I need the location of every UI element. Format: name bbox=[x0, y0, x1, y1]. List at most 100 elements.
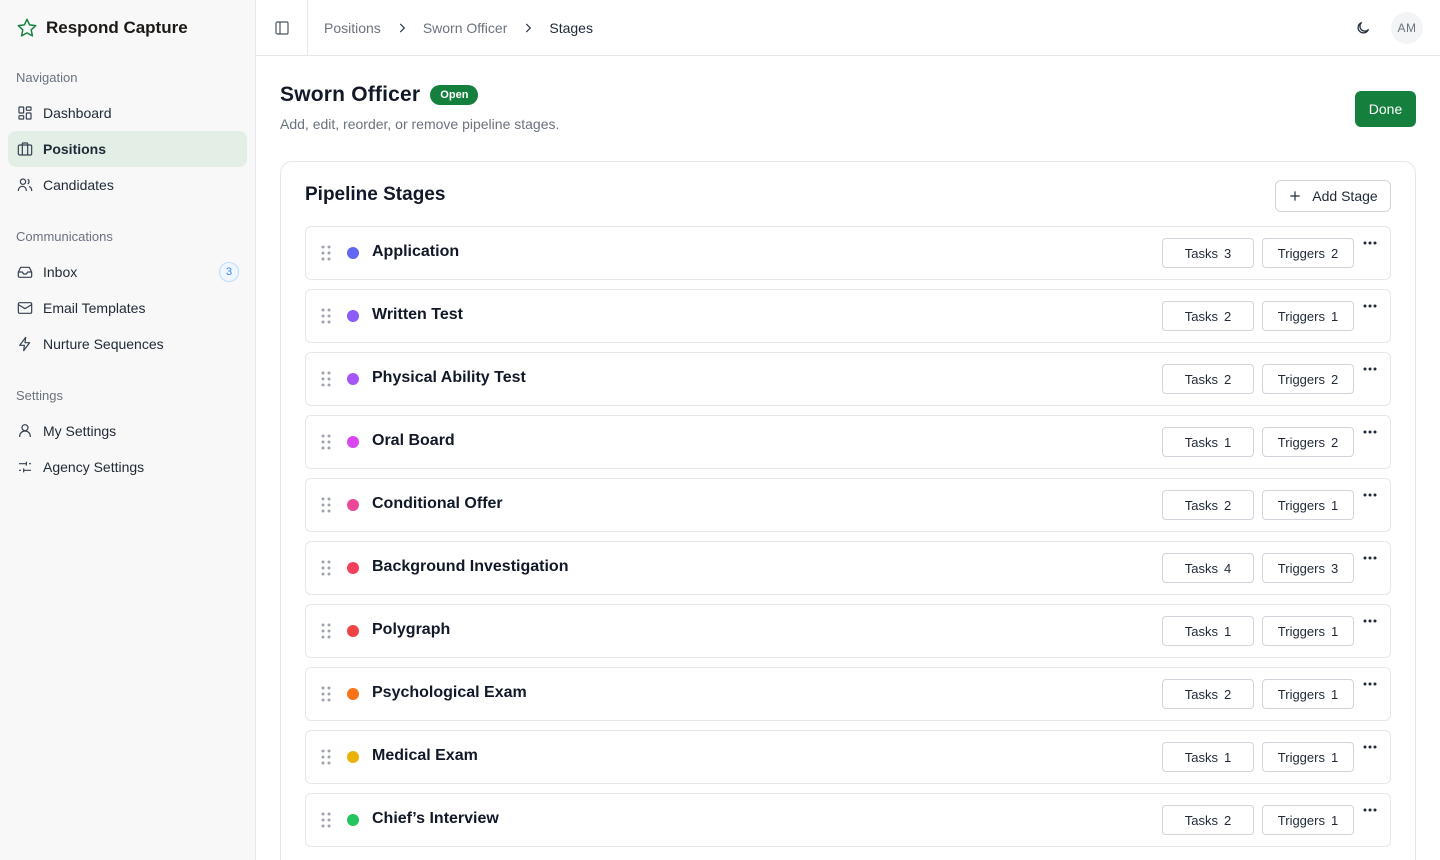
stage-row[interactable]: Polygraph Tasks 1 Triggers 1 bbox=[305, 604, 1391, 658]
stage-name[interactable]: Background Investigation bbox=[372, 558, 568, 576]
stage-color-dot bbox=[347, 373, 359, 385]
tasks-label: Tasks bbox=[1184, 686, 1218, 702]
sidebar-item-positions[interactable]: Positions bbox=[8, 131, 247, 167]
triggers-button[interactable]: Triggers 2 bbox=[1262, 238, 1354, 268]
stage-name[interactable]: Polygraph bbox=[372, 621, 450, 639]
done-button[interactable]: Done bbox=[1355, 91, 1416, 127]
stage-color-dot bbox=[347, 562, 359, 574]
stage-row[interactable]: Application Tasks 3 Triggers 2 bbox=[305, 226, 1391, 280]
stage-name[interactable]: Conditional Offer bbox=[372, 495, 503, 513]
status-badge: Open bbox=[430, 85, 479, 105]
triggers-button[interactable]: Triggers 1 bbox=[1262, 805, 1354, 835]
drag-handle-icon[interactable] bbox=[320, 307, 332, 325]
more-options-button[interactable] bbox=[1360, 548, 1380, 568]
stage-row[interactable]: Chief’s Interview Tasks 2 Triggers 1 bbox=[305, 793, 1391, 847]
stage-color-dot bbox=[347, 688, 359, 700]
triggers-label: Triggers bbox=[1277, 245, 1325, 261]
tasks-button[interactable]: Tasks 2 bbox=[1162, 805, 1254, 835]
drag-handle-icon[interactable] bbox=[320, 748, 332, 766]
triggers-button[interactable]: Triggers 1 bbox=[1262, 679, 1354, 709]
more-options-button[interactable] bbox=[1360, 611, 1380, 631]
avatar[interactable]: AM bbox=[1391, 11, 1423, 44]
stage-row[interactable]: Psychological Exam Tasks 2 Triggers 1 bbox=[305, 667, 1391, 721]
triggers-button[interactable]: Triggers 2 bbox=[1262, 364, 1354, 394]
drag-handle-icon[interactable] bbox=[320, 496, 332, 514]
more-options-button[interactable] bbox=[1360, 674, 1380, 694]
more-horizontal-icon bbox=[1363, 619, 1377, 623]
stage-name[interactable]: Oral Board bbox=[372, 432, 455, 450]
stage-name[interactable]: Application bbox=[372, 243, 459, 261]
triggers-button[interactable]: Triggers 1 bbox=[1262, 301, 1354, 331]
triggers-button[interactable]: Triggers 3 bbox=[1262, 553, 1354, 583]
stage-row[interactable]: Background Investigation Tasks 4 Trigger… bbox=[305, 541, 1391, 595]
stage-row[interactable]: Oral Board Tasks 1 Triggers 2 bbox=[305, 415, 1391, 469]
stage-name[interactable]: Psychological Exam bbox=[372, 684, 527, 702]
triggers-label: Triggers bbox=[1277, 749, 1325, 765]
nav-group-label: Navigation bbox=[16, 69, 78, 85]
triggers-button[interactable]: Triggers 1 bbox=[1262, 616, 1354, 646]
pipeline-stages-card: Pipeline Stages Add Stage Application Ta… bbox=[280, 161, 1416, 860]
triggers-button[interactable]: Triggers 2 bbox=[1262, 427, 1354, 457]
more-horizontal-icon bbox=[1363, 430, 1377, 434]
more-options-button[interactable] bbox=[1360, 422, 1380, 442]
theme-toggle-button[interactable] bbox=[1351, 16, 1375, 40]
card-title: Pipeline Stages bbox=[305, 184, 446, 205]
drag-handle-icon[interactable] bbox=[320, 559, 332, 577]
drag-handle-icon[interactable] bbox=[320, 622, 332, 640]
tasks-button[interactable]: Tasks 1 bbox=[1162, 427, 1254, 457]
tasks-button[interactable]: Tasks 2 bbox=[1162, 490, 1254, 520]
drag-handle-icon[interactable] bbox=[320, 685, 332, 703]
triggers-button[interactable]: Triggers 1 bbox=[1262, 490, 1354, 520]
stage-name[interactable]: Medical Exam bbox=[372, 747, 478, 765]
drag-handle-icon[interactable] bbox=[320, 811, 332, 829]
stage-row[interactable]: Written Test Tasks 2 Triggers 1 bbox=[305, 289, 1391, 343]
more-options-button[interactable] bbox=[1360, 233, 1380, 253]
tasks-button[interactable]: Tasks 2 bbox=[1162, 301, 1254, 331]
stage-name[interactable]: Written Test bbox=[372, 306, 463, 324]
topbar-actions: AM bbox=[1351, 11, 1440, 44]
tasks-label: Tasks bbox=[1184, 308, 1218, 324]
stage-row[interactable]: Conditional Offer Tasks 2 Triggers 1 bbox=[305, 478, 1391, 532]
add-stage-button[interactable]: Add Stage bbox=[1275, 180, 1391, 212]
breadcrumb-sworn-officer[interactable]: Sworn Officer bbox=[423, 20, 508, 36]
stage-row[interactable]: Medical Exam Tasks 1 Triggers 1 bbox=[305, 730, 1391, 784]
sidebar-item-inbox[interactable]: Inbox 3 bbox=[8, 254, 247, 290]
more-options-button[interactable] bbox=[1360, 800, 1380, 820]
triggers-count: 1 bbox=[1330, 623, 1339, 639]
triggers-label: Triggers bbox=[1277, 686, 1325, 702]
stage-name[interactable]: Physical Ability Test bbox=[372, 369, 526, 387]
tasks-count: 4 bbox=[1224, 560, 1232, 576]
tasks-button[interactable]: Tasks 1 bbox=[1162, 742, 1254, 772]
more-options-button[interactable] bbox=[1360, 296, 1380, 316]
sidebar-item-candidates[interactable]: Candidates bbox=[8, 167, 247, 203]
more-options-button[interactable] bbox=[1360, 359, 1380, 379]
inbox-icon bbox=[16, 264, 33, 281]
sidebar-item-agency-settings[interactable]: Agency Settings bbox=[8, 449, 247, 485]
drag-handle-icon[interactable] bbox=[320, 244, 332, 262]
more-horizontal-icon bbox=[1363, 682, 1377, 686]
sidebar-item-my-settings[interactable]: My Settings bbox=[8, 413, 247, 449]
panel-left-icon bbox=[274, 20, 290, 36]
drag-handle-icon[interactable] bbox=[320, 370, 332, 388]
more-horizontal-icon bbox=[1363, 367, 1377, 371]
tasks-button[interactable]: Tasks 2 bbox=[1162, 679, 1254, 709]
tasks-button[interactable]: Tasks 1 bbox=[1162, 616, 1254, 646]
drag-handle-icon[interactable] bbox=[320, 433, 332, 451]
tasks-button[interactable]: Tasks 4 bbox=[1162, 553, 1254, 583]
tasks-button[interactable]: Tasks 2 bbox=[1162, 364, 1254, 394]
tasks-button[interactable]: Tasks 3 bbox=[1162, 238, 1254, 268]
sidebar-item-dashboard[interactable]: Dashboard bbox=[8, 95, 247, 131]
stage-color-dot bbox=[347, 436, 359, 448]
more-options-button[interactable] bbox=[1360, 737, 1380, 757]
triggers-button[interactable]: Triggers 1 bbox=[1262, 742, 1354, 772]
more-options-button[interactable] bbox=[1360, 485, 1380, 505]
stage-row[interactable]: Physical Ability Test Tasks 2 Triggers 2 bbox=[305, 352, 1391, 406]
sidebar-item-nurture-sequences[interactable]: Nurture Sequences bbox=[8, 326, 247, 362]
sidebar-toggle-button[interactable] bbox=[256, 0, 308, 56]
breadcrumb-positions[interactable]: Positions bbox=[324, 20, 381, 36]
breadcrumb-stages: Stages bbox=[549, 19, 593, 36]
sidebar-item-label: Agency Settings bbox=[43, 459, 145, 475]
brand[interactable]: Respond Capture bbox=[0, 0, 255, 55]
sidebar-item-email-templates[interactable]: Email Templates bbox=[8, 290, 247, 326]
stage-name[interactable]: Chief’s Interview bbox=[372, 810, 499, 828]
